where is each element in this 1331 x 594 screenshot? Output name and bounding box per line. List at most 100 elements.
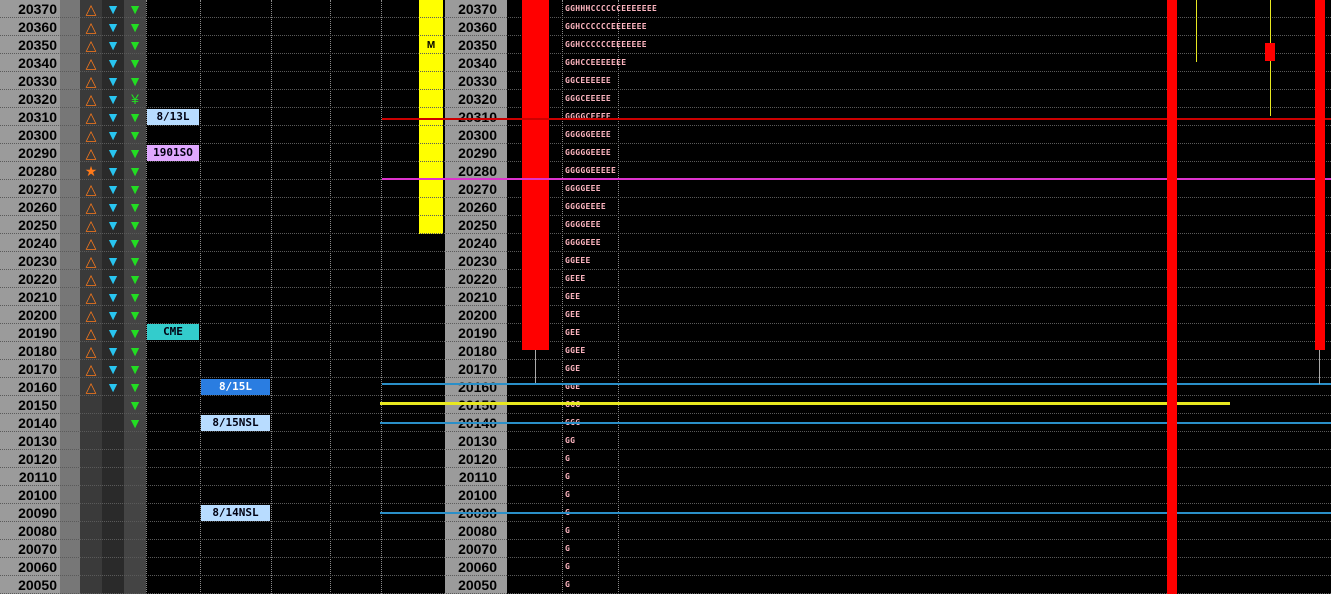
orange-up-triangle-icon: △: [85, 55, 97, 71]
yellow-level-line: [380, 402, 1230, 405]
orange-up-triangle-icon: △: [85, 1, 97, 17]
orange-up-triangle-icon: △: [85, 127, 97, 143]
grid-h-line: [0, 395, 1331, 396]
middle-price-label: 20350: [458, 37, 497, 53]
green-down-triangle-icon: ▼: [128, 127, 142, 143]
blue-down-triangle-icon: ▼: [106, 145, 120, 161]
tpo-letters: GGHCCCCCCEEEEEEE: [565, 22, 647, 31]
tpo-letters: GGGGCEEEE: [565, 112, 612, 121]
orange-up-triangle-icon: △: [85, 37, 97, 53]
orange-up-triangle-icon: △: [85, 325, 97, 341]
tpo-letters: GGE: [565, 364, 581, 373]
tpo-letters: GGHCCCCCCEEEEEEE: [565, 40, 647, 49]
grid-h-line: [0, 575, 1331, 576]
m-marker: M: [426, 40, 436, 51]
orange-star-icon: ★: [84, 163, 98, 179]
green-down-triangle-icon: ▼: [128, 145, 142, 161]
middle-price-label: 20310: [458, 109, 497, 125]
grid-h-line: [0, 125, 1331, 126]
left-price-label: 20260: [18, 199, 57, 215]
red-candle-wick: [535, 350, 536, 384]
tag-1901so: 1901SO: [147, 145, 199, 161]
middle-price-label: 20210: [458, 289, 497, 305]
grid-h-line: [0, 215, 1331, 216]
grid-h-line: [0, 467, 1331, 468]
orange-up-triangle-icon: △: [85, 379, 97, 395]
left-price-label: 20250: [18, 217, 57, 233]
tag-8-13l: 8/13L: [147, 109, 199, 125]
tpo-letters: GEE: [565, 310, 581, 319]
orange-up-triangle-icon: △: [85, 181, 97, 197]
middle-price-label: 20290: [458, 145, 497, 161]
middle-price-label: 20180: [458, 343, 497, 359]
grid-h-line: [0, 233, 1331, 234]
grid-h-line: [0, 449, 1331, 450]
grid-h-line: [0, 521, 1331, 522]
middle-price-label: 20320: [458, 91, 497, 107]
left-price-label: 20280: [18, 163, 57, 179]
tag-8-14nsl: 8/14NSL: [201, 505, 270, 521]
grid-h-line: [0, 251, 1331, 252]
tag-8-15l: 8/15L: [201, 379, 270, 395]
tpo-letters: G: [565, 454, 571, 463]
blue-down-triangle-icon: ▼: [106, 361, 120, 377]
grid-h-line: [0, 17, 1331, 18]
green-down-triangle-icon: ▼: [128, 343, 142, 359]
left-price-label: 20180: [18, 343, 57, 359]
orange-up-triangle-icon: △: [85, 271, 97, 287]
middle-price-label: 20340: [458, 55, 497, 71]
tpo-letters: GGGGEEE: [565, 220, 601, 229]
middle-price-label: 20110: [458, 469, 497, 485]
middle-price-label: 20170: [458, 361, 497, 377]
red-candle-body: [522, 0, 549, 350]
green-yen-icon: ¥: [131, 91, 139, 107]
left-price-label: 20310: [18, 109, 57, 125]
tpo-letters: G: [565, 472, 571, 481]
blue-down-triangle-icon: ▼: [106, 217, 120, 233]
tpo-letters: GGEEE: [565, 256, 591, 265]
grid-h-line: [0, 431, 1331, 432]
middle-price-label: 20190: [458, 325, 497, 341]
left-price-label: 20110: [18, 469, 57, 485]
middle-price-label: 20250: [458, 217, 497, 233]
orange-up-triangle-icon: △: [85, 145, 97, 161]
grid-h-line: [0, 413, 1331, 414]
tpo-letters: G: [565, 526, 571, 535]
blue-down-triangle-icon: ▼: [106, 325, 120, 341]
middle-price-label: 20220: [458, 271, 497, 287]
green-down-triangle-icon: ▼: [128, 325, 142, 341]
blue-down-triangle-icon: ▼: [106, 127, 120, 143]
blue-level-line-20140: [380, 422, 1331, 424]
blue-down-triangle-icon: ▼: [106, 253, 120, 269]
left-price-label: 20360: [18, 19, 57, 35]
green-down-triangle-icon: ▼: [128, 289, 142, 305]
grid-h-line: [0, 35, 1331, 36]
green-down-triangle-icon: ▼: [128, 163, 142, 179]
left-price-label: 20150: [18, 397, 57, 413]
yellow-thin-line-1: [1196, 0, 1197, 62]
tpo-letters: GG: [565, 436, 576, 445]
green-down-triangle-icon: ▼: [128, 55, 142, 71]
left-price-label: 20170: [18, 361, 57, 377]
middle-price-label: 20120: [458, 451, 497, 467]
left-price-label: 20350: [18, 37, 57, 53]
blue-down-triangle-icon: ▼: [106, 343, 120, 359]
red-level-line: [382, 118, 1331, 120]
tpo-letters: GGGCEEEEE: [565, 94, 612, 103]
left-price-label: 20240: [18, 235, 57, 251]
left-price-label: 20200: [18, 307, 57, 323]
tpo-letters: GGGGEEE: [565, 238, 601, 247]
tpo-letters: GGGGGEEEE: [565, 130, 612, 139]
middle-price-label: 20160: [458, 379, 497, 395]
blue-down-triangle-icon: ▼: [106, 271, 120, 287]
right-wick-2: [1319, 350, 1320, 384]
green-down-triangle-icon: ▼: [128, 109, 142, 125]
left-price-label: 20050: [18, 577, 57, 593]
green-down-triangle-icon: ▼: [128, 361, 142, 377]
left-price-label: 20080: [18, 523, 57, 539]
left-price-label: 20210: [18, 289, 57, 305]
orange-up-triangle-icon: △: [85, 199, 97, 215]
blue-down-triangle-icon: ▼: [106, 109, 120, 125]
blue-down-triangle-icon: ▼: [106, 199, 120, 215]
small-red-candle: [1265, 43, 1275, 61]
